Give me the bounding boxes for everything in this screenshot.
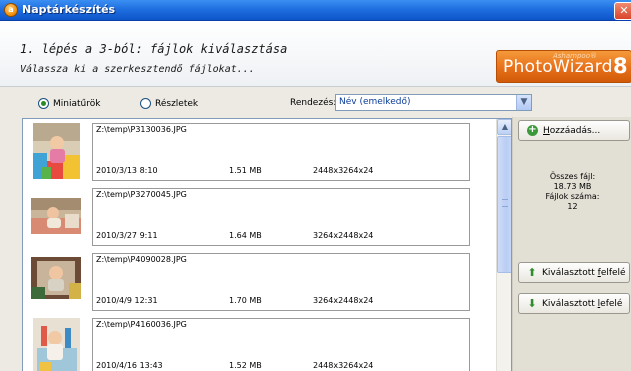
radio-thumbnails-indicator[interactable] <box>38 98 49 109</box>
list-item[interactable]: Z:\temp\P3130036.JPG 2010/3/13 8:10 1.51… <box>23 119 497 184</box>
move-down-button[interactable]: ⬇ Kiválasztott lefelé <box>518 293 630 314</box>
file-path: Z:\temp\P3130036.JPG <box>96 125 187 134</box>
photo-thumbnail[interactable] <box>31 257 81 299</box>
scroll-up-icon[interactable]: ▲ <box>497 119 511 135</box>
photowizard-window: a Naptárkészítés ✕ 1. lépés a 3-ból: fáj… <box>0 0 631 371</box>
file-info-box: Z:\temp\P4160036.JPG 2010/4/16 13:43 1.5… <box>92 318 470 371</box>
file-size: 1.52 MB <box>229 361 262 370</box>
radio-details-indicator[interactable] <box>140 98 151 109</box>
vertical-scrollbar[interactable]: ▲ <box>496 119 511 371</box>
sort-label: Rendezés: <box>290 98 337 108</box>
file-dimensions: 3264x2448x24 <box>313 231 374 240</box>
file-date: 2010/3/27 9:11 <box>96 231 158 240</box>
file-list[interactable]: Z:\temp\P3130036.JPG 2010/3/13 8:10 1.51… <box>22 118 512 371</box>
radio-details[interactable]: Részletek <box>140 98 198 109</box>
content-area: Miniatűrök Részletek Rendezés: Név (emel… <box>0 87 631 371</box>
file-dimensions: 3264x2448x24 <box>313 296 374 305</box>
move-up-button[interactable]: ⬆ Kiválasztott felfelé <box>518 262 630 283</box>
actions-panel: + Hozzáadás... Összes fájl: 18.73 MB Fáj… <box>512 117 631 371</box>
photo-thumbnail[interactable] <box>33 318 80 371</box>
add-button-label: Hozzáadás... <box>543 125 601 136</box>
sort-value: Név (emelkedő) <box>339 97 411 107</box>
move-up-label: Kiválasztott felfelé <box>542 267 626 278</box>
step-title: 1. lépés a 3-ból: fájlok kiválasztása <box>20 42 288 56</box>
radio-thumbnails-label: Miniatűrök <box>53 98 101 109</box>
file-stats: Összes fájl: 18.73 MB Fájlok száma: 12 <box>513 172 631 212</box>
plus-circle-icon: + <box>527 124 538 136</box>
baby-photo-icon <box>31 257 81 299</box>
logo-name: PhotoWizard <box>503 57 613 77</box>
file-count-value: 12 <box>567 202 578 211</box>
title-bar[interactable]: a Naptárkészítés ✕ <box>0 0 631 21</box>
arrow-up-icon: ⬆ <box>527 266 537 279</box>
list-item[interactable]: Z:\temp\P4090028.JPG 2010/4/9 12:31 1.70… <box>23 249 497 314</box>
baby-photo-icon <box>33 318 80 371</box>
grip-icon <box>502 199 508 207</box>
file-date: 2010/4/16 13:43 <box>96 361 163 370</box>
file-path: Z:\temp\P3270045.JPG <box>96 190 187 199</box>
file-info-box: Z:\temp\P3270045.JPG 2010/3/27 9:11 1.64… <box>92 188 470 246</box>
view-toolbar: Miniatűrök Részletek Rendezés: Név (emel… <box>22 93 532 115</box>
file-size: 1.70 MB <box>229 296 262 305</box>
add-button[interactable]: + Hozzáadás... <box>518 120 630 141</box>
file-path: Z:\temp\P4090028.JPG <box>96 255 187 264</box>
move-down-label: Kiválasztott lefelé <box>542 298 623 309</box>
photo-thumbnail[interactable] <box>33 123 80 179</box>
file-dimensions: 2448x3264x24 <box>313 361 374 370</box>
file-info-box: Z:\temp\P4090028.JPG 2010/4/9 12:31 1.70… <box>92 253 470 311</box>
list-item[interactable]: Z:\temp\P3270045.JPG 2010/3/27 9:11 1.64… <box>23 184 497 249</box>
photowizard-logo: Ashampoo® PhotoWizard 8 <box>496 50 631 83</box>
file-count-label: Fájlok száma: <box>545 192 600 201</box>
photo-thumbnail[interactable] <box>31 198 81 234</box>
file-size: 1.51 MB <box>229 166 262 175</box>
sort-dropdown[interactable]: Név (emelkedő) ▼ <box>335 94 532 111</box>
close-button[interactable]: ✕ <box>614 2 631 20</box>
file-path: Z:\temp\P4160036.JPG <box>96 320 187 329</box>
radio-thumbnails[interactable]: Miniatűrök <box>38 98 100 109</box>
file-size: 1.64 MB <box>229 231 262 240</box>
logo-version: 8 <box>613 54 628 78</box>
radio-details-label: Részletek <box>155 98 199 109</box>
total-size-value: 18.73 MB <box>553 182 592 191</box>
list-item[interactable]: Z:\temp\P4160036.JPG 2010/4/16 13:43 1.5… <box>23 314 497 371</box>
file-dimensions: 2448x3264x24 <box>313 166 374 175</box>
file-date: 2010/4/9 12:31 <box>96 296 158 305</box>
baby-photo-icon <box>33 123 80 179</box>
file-date: 2010/3/13 8:10 <box>96 166 158 175</box>
arrow-down-icon: ⬇ <box>527 297 537 310</box>
file-info-box: Z:\temp\P3130036.JPG 2010/3/13 8:10 1.51… <box>92 123 470 181</box>
app-icon: a <box>4 3 18 17</box>
window-title: Naptárkészítés <box>22 3 116 16</box>
step-subtitle: Válassza ki a szerkesztendő fájlokat... <box>20 64 255 75</box>
baby-photo-icon <box>31 198 81 234</box>
total-size-label: Összes fájl: <box>549 172 596 181</box>
scrollbar-thumb[interactable] <box>497 136 511 273</box>
chevron-down-icon[interactable]: ▼ <box>516 95 531 110</box>
